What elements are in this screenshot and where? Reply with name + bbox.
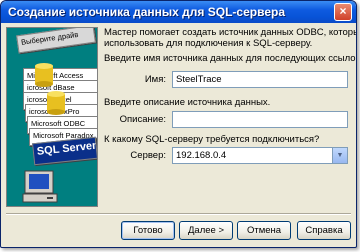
dialog-client: Выберите драйв Microsoft Access icrosoft… xyxy=(4,23,356,244)
title-bar[interactable]: Создание источника данных для SQL-сервер… xyxy=(1,1,356,23)
name-input[interactable]: SteelTrace xyxy=(172,71,348,88)
window-title: Создание источника данных для SQL-сервер… xyxy=(8,5,285,19)
button-separator xyxy=(6,213,351,215)
server-combobox[interactable]: 192.168.0.4 ▼ xyxy=(172,147,348,164)
description-input[interactable] xyxy=(172,111,348,128)
database-icon xyxy=(35,63,53,87)
intro-line-2: использовать для подключения к SQL-серве… xyxy=(104,38,313,49)
dropdown-arrow-icon[interactable]: ▼ xyxy=(332,148,347,163)
server-prompt: К какому SQL-серверу требуется подключит… xyxy=(104,134,320,145)
next-button[interactable]: Далее > xyxy=(179,221,233,240)
description-label: Описание: xyxy=(119,114,166,125)
cancel-button[interactable]: Отмена xyxy=(237,221,291,240)
server-value: 192.168.0.4 xyxy=(176,150,227,161)
computer-icon xyxy=(22,170,58,203)
dialog-window: Создание источника данных для SQL-сервер… xyxy=(0,0,357,248)
finish-button[interactable]: Готово xyxy=(121,221,175,240)
close-button[interactable]: × xyxy=(334,3,352,21)
intro-line-1: Мастер помогает создать источник данных … xyxy=(104,27,356,38)
name-prompt: Введите имя источника данных для последу… xyxy=(104,53,357,64)
help-button[interactable]: Справка xyxy=(297,221,351,240)
server-label: Сервер: xyxy=(130,150,166,161)
database-icon xyxy=(47,91,65,115)
illustration-card: Выберите драйв xyxy=(16,28,96,54)
wizard-illustration: Выберите драйв Microsoft Access icrosoft… xyxy=(6,27,98,207)
name-label: Имя: xyxy=(144,74,166,85)
description-prompt: Введите описание источника данных. xyxy=(104,97,271,108)
